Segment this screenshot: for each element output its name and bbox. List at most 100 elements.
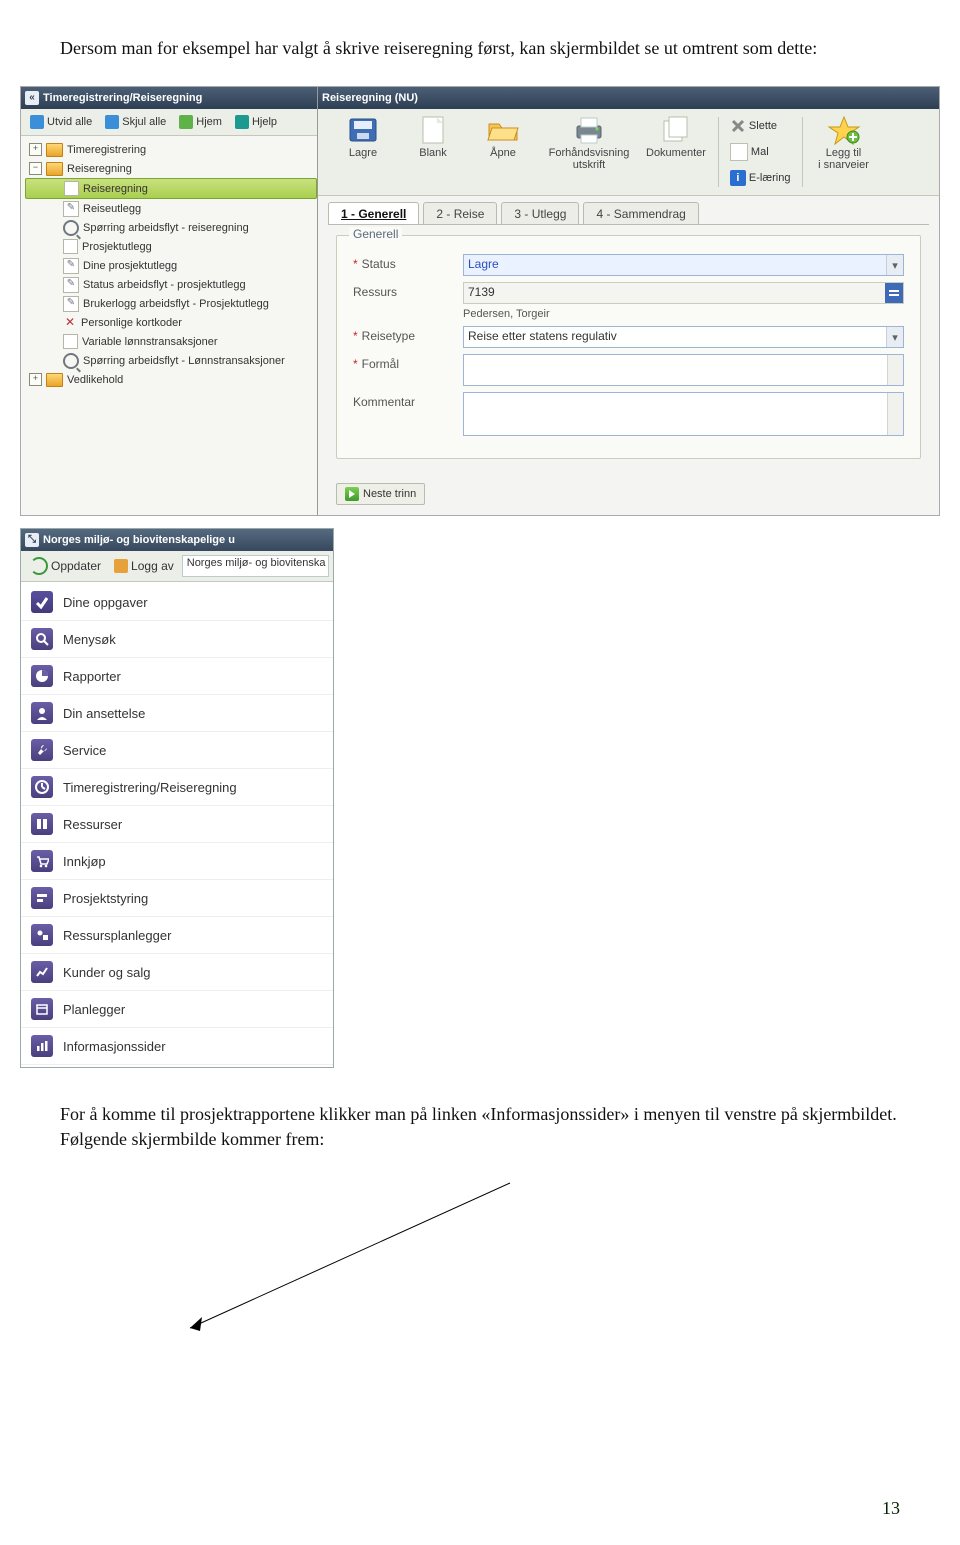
tree-label: Spørring arbeidsflyt - reiseregning <box>83 222 249 234</box>
menu-item-kunder-og-salg[interactable]: Kunder og salg <box>21 954 333 991</box>
status-value: Lagre <box>463 254 904 276</box>
tree-item-reiseutlegg[interactable]: Reiseutlegg <box>25 199 317 218</box>
tree-folder-vedlikehold[interactable]: + Vedlikehold <box>25 370 317 389</box>
toolbar-separator <box>718 117 719 187</box>
add-shortcut-button[interactable]: Legg til i snarveier <box>809 115 879 171</box>
home-button[interactable]: Hjem <box>174 112 227 132</box>
menu-label: Timeregistrering/Reiseregning <box>63 780 237 795</box>
tree-item-sporring-lonn[interactable]: Spørring arbeidsflyt - Lønnstransaksjone… <box>25 351 317 370</box>
menu-item-planlegger[interactable]: Planlegger <box>21 991 333 1028</box>
tree-folder-timeregistrering[interactable]: + Timeregistrering <box>25 140 317 159</box>
tree-label: Vedlikehold <box>67 374 123 386</box>
tree-item-prosjektutlegg[interactable]: Prosjektutlegg <box>25 237 317 256</box>
save-button[interactable]: Lagre <box>328 115 398 171</box>
menu-item-din-ansettelse[interactable]: Din ansettelse <box>21 695 333 732</box>
tree-folder-reiseregning[interactable]: − Reiseregning <box>25 159 317 178</box>
elearning-button[interactable]: i E-læring <box>725 167 796 189</box>
toolbar-label: Lagre <box>349 147 377 171</box>
new-icon <box>415 115 451 145</box>
refresh-label: Oppdater <box>51 559 101 573</box>
formal-input[interactable] <box>463 354 904 386</box>
tab-generell[interactable]: 1 - Generell <box>328 202 419 224</box>
menu-item-ressurser[interactable]: Ressurser <box>21 806 333 843</box>
folder-icon <box>46 373 63 387</box>
screenshot-left-menu: ⤡ Norges miljø- og biovitenskapelige u O… <box>20 528 334 1068</box>
tree-label: Reiseregning <box>67 163 132 175</box>
tab-reise[interactable]: 2 - Reise <box>423 202 497 224</box>
menu-label: Kunder og salg <box>63 965 150 980</box>
menu-item-prosjektstyring[interactable]: Prosjektstyring <box>21 880 333 917</box>
fieldset-legend: Generell <box>349 227 402 241</box>
chevron-down-icon[interactable]: ▾ <box>886 255 903 275</box>
tree-label: Dine prosjektutlegg <box>83 260 177 272</box>
tree-item-reiseregning[interactable]: Reiseregning <box>25 178 317 199</box>
form-icon <box>63 277 79 293</box>
main-toolbar: Lagre Blank Åpne <box>318 109 939 196</box>
screenshot-main-app: « Timeregistrering/Reiseregning Utvid al… <box>20 86 940 516</box>
menu-item-timeregistrering[interactable]: Timeregistrering/Reiseregning <box>21 769 333 806</box>
documents-button[interactable]: Dokumenter <box>640 115 712 171</box>
form-icon <box>64 181 79 196</box>
resource-field[interactable]: 7139 <box>463 282 904 304</box>
chevron-down-icon[interactable]: ▾ <box>886 327 903 347</box>
org-field[interactable]: Norges miljø- og biovitenska <box>182 555 329 577</box>
tree-item-kortkoder[interactable]: Personlige kortkoder <box>25 313 317 332</box>
menu-item-innkjop[interactable]: Innkjøp <box>21 843 333 880</box>
expand-icon[interactable]: + <box>29 143 42 156</box>
menu-item-dine-oppgaver[interactable]: Dine oppgaver <box>21 584 333 621</box>
logoff-button[interactable]: Logg av <box>109 556 179 576</box>
wrench-icon <box>31 739 53 761</box>
print-preview-button[interactable]: Forhåndsvisning utskrift <box>538 115 640 171</box>
open-icon <box>485 115 521 145</box>
logoff-label: Logg av <box>131 559 174 573</box>
nav-collapse-icon[interactable]: « <box>25 91 39 105</box>
tab-utlegg[interactable]: 3 - Utlegg <box>501 202 579 224</box>
menu-label: Innkjøp <box>63 854 106 869</box>
menu-item-informasjonssider[interactable]: Informasjonssider <box>21 1028 333 1065</box>
menu-item-menysok[interactable]: Menysøk <box>21 621 333 658</box>
status-select[interactable]: Lagre ▾ <box>463 254 904 276</box>
menu-item-rapporter[interactable]: Rapporter <box>21 658 333 695</box>
tabs: 1 - Generell 2 - Reise 3 - Utlegg 4 - Sa… <box>318 196 939 224</box>
tab-sammendrag[interactable]: 4 - Sammendrag <box>583 202 698 224</box>
blank-button[interactable]: Blank <box>398 115 468 171</box>
tree-item-sporring-reiseregning[interactable]: Spørring arbeidsflyt - reiseregning <box>25 218 317 237</box>
scrollbar[interactable] <box>887 393 903 435</box>
form-icon <box>63 258 79 274</box>
kommentar-input[interactable] <box>463 392 904 436</box>
collapse-icon[interactable]: − <box>29 162 42 175</box>
printer-icon <box>571 115 607 145</box>
tree-label: Variable lønnstransaksjoner <box>82 336 218 348</box>
home-icon <box>179 115 193 129</box>
refresh-button[interactable]: Oppdater <box>25 554 106 578</box>
reisetype-select[interactable]: Reise etter statens regulativ ▾ <box>463 326 904 348</box>
template-button[interactable]: Mal <box>725 140 796 164</box>
toolbar-separator <box>802 117 803 187</box>
annotation-arrow <box>180 1173 520 1373</box>
tools-icon <box>63 316 77 330</box>
tree-item-brukerlogg[interactable]: Brukerlogg arbeidsflyt - Prosjektutlegg <box>25 294 317 313</box>
main-menu: Dine oppgaver Menysøk Rapporter Din anse… <box>21 582 333 1067</box>
scrollbar[interactable] <box>887 355 903 385</box>
checkmark-icon <box>31 591 53 613</box>
documents-icon <box>658 115 694 145</box>
tree-item-variable-lonn[interactable]: Variable lønnstransaksjoner <box>25 332 317 351</box>
search-icon <box>63 353 79 369</box>
collapse-all-button[interactable]: Skjul alle <box>100 112 171 132</box>
menu-collapse-icon[interactable]: ⤡ <box>25 533 39 547</box>
next-step-button[interactable]: Neste trinn <box>336 483 425 505</box>
menu-label: Din ansettelse <box>63 706 145 721</box>
chart-line-icon <box>31 961 53 983</box>
tree-item-status-arbeidsflyt[interactable]: Status arbeidsflyt - prosjektutlegg <box>25 275 317 294</box>
expand-all-button[interactable]: Utvid alle <box>25 112 97 132</box>
expand-icon[interactable]: + <box>29 373 42 386</box>
toolbar-label: Mal <box>751 146 769 158</box>
help-button[interactable]: Hjelp <box>230 112 282 132</box>
delete-button[interactable]: Slette <box>725 115 796 137</box>
menu-item-ressursplanlegger[interactable]: Ressursplanlegger <box>21 917 333 954</box>
tree-item-dine-prosjektutlegg[interactable]: Dine prosjektutlegg <box>25 256 317 275</box>
menu-label: Ressursplanlegger <box>63 928 171 943</box>
lookup-icon[interactable] <box>885 283 903 303</box>
open-button[interactable]: Åpne <box>468 115 538 171</box>
menu-item-service[interactable]: Service <box>21 732 333 769</box>
